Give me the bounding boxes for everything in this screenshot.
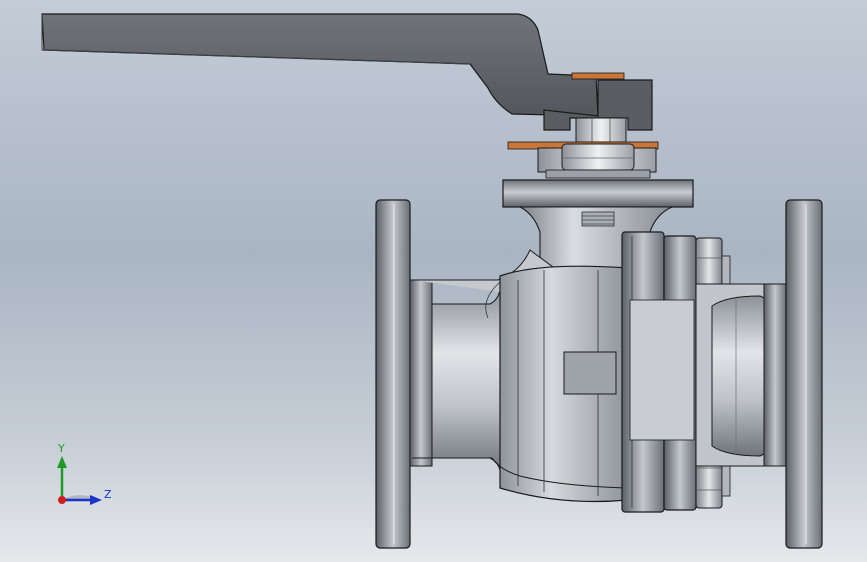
valve-handle[interactable] (41, 13, 653, 131)
graphics-viewport[interactable]: Y Z (0, 0, 867, 562)
z-axis-arrow (90, 495, 102, 505)
right-end-flange[interactable] (763, 199, 823, 549)
left-end-flange[interactable] (375, 199, 433, 549)
ball-valve-model[interactable] (0, 0, 867, 562)
x-axis-dot (58, 496, 66, 504)
valve-body[interactable] (412, 249, 629, 503)
y-axis-arrow (57, 456, 67, 468)
z-axis-label: Z (104, 488, 112, 501)
body-nameplate (563, 351, 617, 395)
orientation-triad: Y Z (57, 442, 112, 505)
end-cap-flange[interactable] (621, 231, 697, 513)
y-axis-label: Y (57, 442, 65, 455)
